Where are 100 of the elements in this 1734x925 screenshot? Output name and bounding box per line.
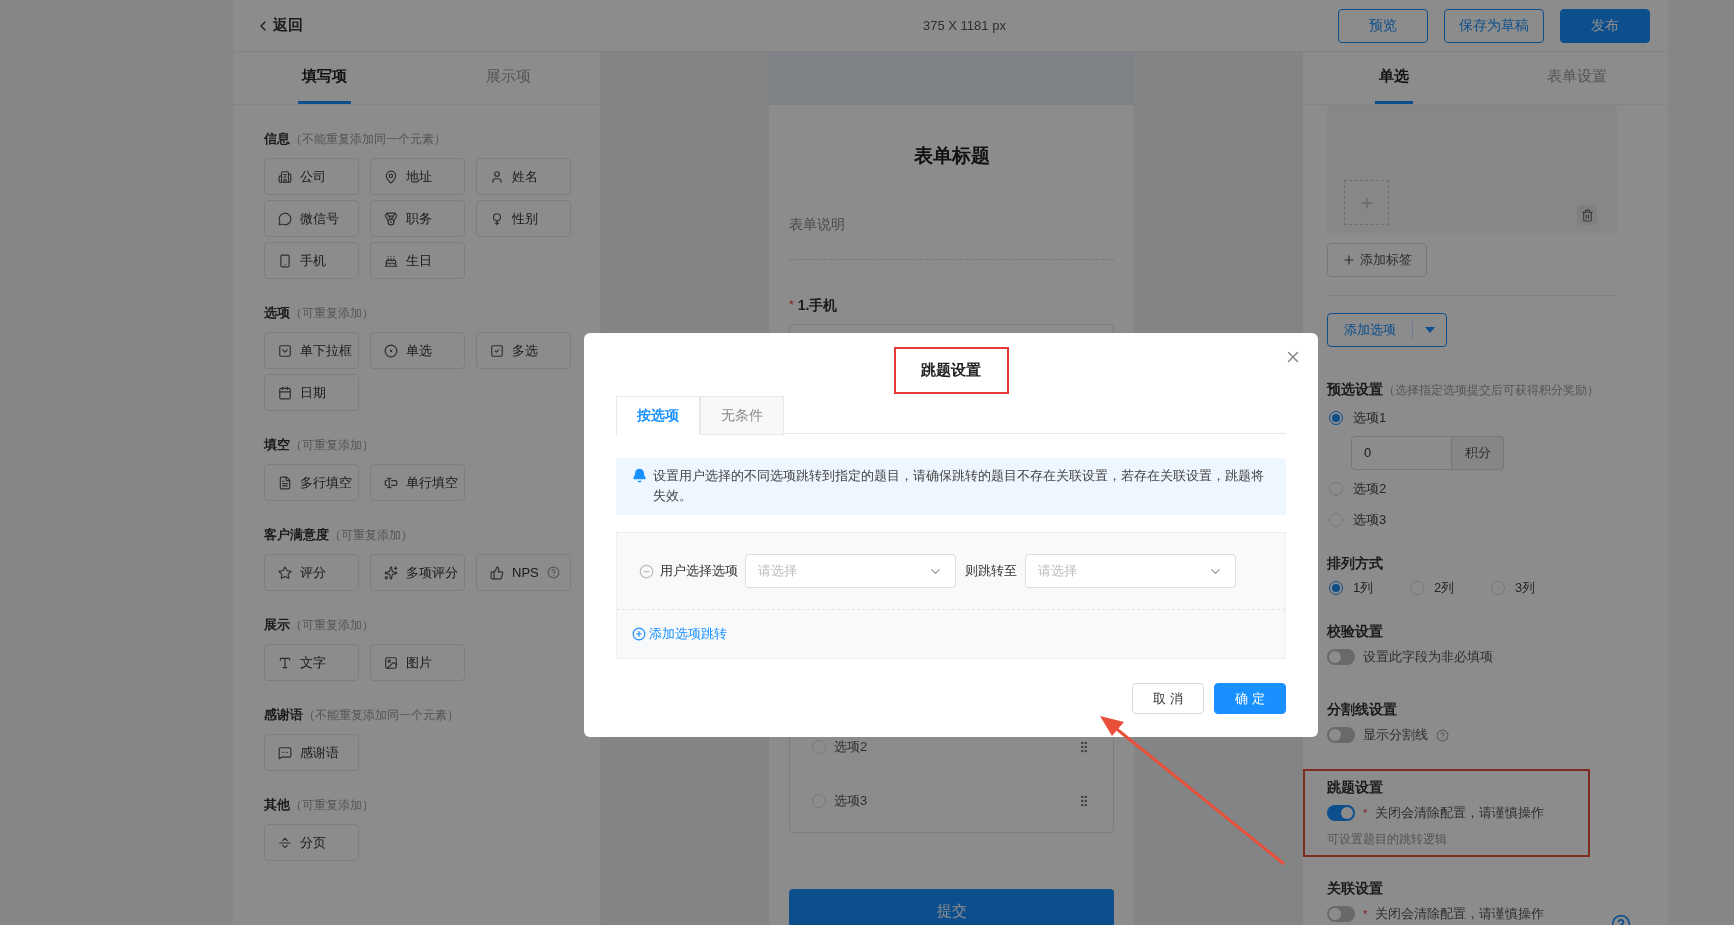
toggle-switch[interactable] <box>1327 906 1355 922</box>
medal-icon <box>384 211 398 226</box>
section-title: 关联设置 <box>1327 879 1384 898</box>
field-type-button[interactable]: 单选 <box>370 332 465 369</box>
dialog-title: 跳题设置 <box>893 347 1009 394</box>
field-type-button[interactable]: 单下拉框 <box>264 332 359 369</box>
field-type-button[interactable]: 微信号 <box>264 200 359 237</box>
building-icon <box>278 169 292 184</box>
section-title: 预选设置 <box>1327 380 1383 399</box>
switch-label: 显示分割线 <box>1363 726 1428 745</box>
letter-icon <box>278 655 292 670</box>
field-type-button[interactable]: 性别 <box>476 200 571 237</box>
option-label: 选项3 <box>834 791 868 810</box>
radio-button[interactable] <box>1329 411 1343 425</box>
user-icon <box>490 169 504 184</box>
group-title: 信息 <box>264 130 290 148</box>
required-mark: * <box>789 297 794 314</box>
trash-icon <box>1580 208 1594 222</box>
cake-icon <box>384 253 398 268</box>
group-title: 展示 <box>264 616 290 634</box>
field-type-button[interactable]: 生日 <box>370 242 465 279</box>
toggle-switch[interactable] <box>1327 649 1355 665</box>
field-type-button[interactable]: 文字 <box>264 644 359 681</box>
rule-label: 则跳转至 <box>965 562 1017 581</box>
field-type-button[interactable]: 多项评分 <box>370 554 465 591</box>
group-title: 选项 <box>264 304 290 322</box>
score-input[interactable]: 0 <box>1351 436 1452 470</box>
add-tag-button[interactable]: 添加标签 <box>1327 243 1427 277</box>
remove-icon[interactable] <box>639 563 654 579</box>
field-type-button[interactable]: 姓名 <box>476 158 571 195</box>
section-title: 校验设置 <box>1327 622 1384 641</box>
document-icon <box>278 475 292 490</box>
option-label: 选项2 <box>1353 480 1387 499</box>
radio-button[interactable] <box>1329 581 1343 595</box>
thumbs-up-icon <box>490 565 504 580</box>
plus-icon <box>1342 253 1356 267</box>
checkbox-icon <box>490 343 504 358</box>
section-title: 分割线设置 <box>1327 700 1398 719</box>
toggle-switch[interactable] <box>1327 727 1355 743</box>
section-title: 跳题设置 <box>1327 778 1384 797</box>
star-icon <box>278 565 292 580</box>
option-label: 选项3 <box>1353 511 1387 530</box>
group-title: 感谢语 <box>264 706 303 724</box>
canvas-size: 375 X 1181 px <box>923 16 1006 35</box>
dialog-tab[interactable]: 无条件 <box>700 396 784 435</box>
dialog-tab[interactable]: 按选项 <box>616 396 700 435</box>
dialog-button[interactable]: 确定 <box>1214 683 1286 714</box>
field-type-button[interactable]: 感谢语 <box>264 734 359 771</box>
back-link[interactable]: 返回 <box>255 14 355 37</box>
field-type-button[interactable]: 单行填空 <box>370 464 465 501</box>
help-icon <box>546 566 560 579</box>
toggle-switch[interactable] <box>1327 805 1355 821</box>
field-type-button[interactable]: 职务 <box>370 200 465 237</box>
add-rule-link[interactable]: 添加选项跳转 <box>632 624 727 644</box>
message-icon <box>278 745 292 760</box>
upload-button[interactable] <box>1344 180 1389 225</box>
phone-icon <box>278 253 292 268</box>
field-type-button[interactable]: 地址 <box>370 158 465 195</box>
option-label: 1列 <box>1353 579 1374 598</box>
map-pin-icon <box>384 169 398 184</box>
field-type-button[interactable]: NPS <box>476 554 571 591</box>
required-mark: * <box>1363 805 1368 821</box>
delete-button[interactable] <box>1577 205 1597 225</box>
rule-label: 用户选择选项 <box>660 562 738 581</box>
group-title: 其他 <box>264 796 290 814</box>
help-icon <box>1436 728 1449 742</box>
dropdown-icon <box>278 343 292 358</box>
field-type-button[interactable]: 评分 <box>264 554 359 591</box>
text-cursor-icon <box>384 475 398 490</box>
score-unit: 积分 <box>1452 436 1504 470</box>
image-icon <box>384 655 398 670</box>
field-type-button[interactable]: 手机 <box>264 242 359 279</box>
field-type-button[interactable]: 多行填空 <box>264 464 359 501</box>
female-sign-icon <box>490 211 504 226</box>
panel-tab[interactable]: 填写项 <box>298 52 352 104</box>
chat-icon <box>278 211 292 226</box>
option-label: 选项2 <box>834 737 868 756</box>
option-label: 2列 <box>1434 579 1455 598</box>
page-break-icon <box>278 835 292 850</box>
stars-icon <box>384 565 398 580</box>
field-type-button[interactable]: 公司 <box>264 158 359 195</box>
dialog-button[interactable]: 取消 <box>1132 683 1204 714</box>
field-type-button[interactable]: 图片 <box>370 644 465 681</box>
notice-text: 设置用户选择的不同选项跳转到指定的题目，请确保跳转的题目不存在关联设置，若存在关联设置，跳题将失效。 <box>653 467 1265 505</box>
section-title: 排列方式 <box>1327 554 1384 573</box>
caret-icon <box>1425 327 1435 333</box>
switch-label: 关闭会清除配置，请谨慎操作 <box>1375 804 1545 823</box>
calendar-icon <box>278 385 292 400</box>
plus-circle-icon <box>632 627 646 641</box>
radio-icon <box>384 343 398 358</box>
option-label: 3列 <box>1515 579 1536 598</box>
required-mark: * <box>1363 906 1368 922</box>
field-type-button[interactable]: 多选 <box>476 332 571 369</box>
switch-label: 设置此字段为非必填项 <box>1363 648 1493 667</box>
group-title: 填空 <box>264 436 290 454</box>
form-description: 表单说明 <box>789 214 846 234</box>
field-type-button[interactable]: 日期 <box>264 374 359 411</box>
field-type-button[interactable]: 分页 <box>264 824 359 861</box>
group-title: 客户满意度 <box>264 526 329 544</box>
switch-label: 关闭会清除配置，请谨慎操作 <box>1375 905 1545 924</box>
